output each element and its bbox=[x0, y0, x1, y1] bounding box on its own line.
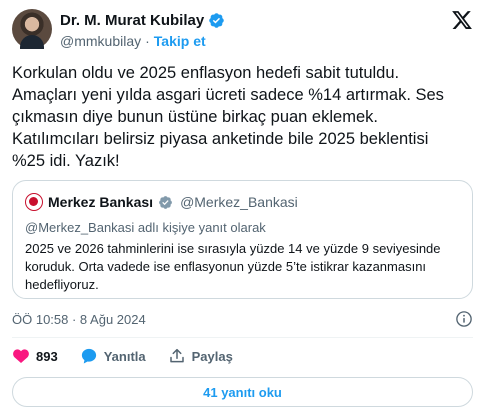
quoted-header: Merkez Bankası @Merkez_Bankasi bbox=[25, 193, 298, 211]
reply-label: Yanıtla bbox=[103, 348, 146, 364]
quoted-tweet[interactable]: Merkez Bankası @Merkez_Bankasi @Merkez_B… bbox=[12, 180, 473, 299]
author-name-row: Dr. M. Murat Kubilay bbox=[60, 10, 225, 30]
follow-button[interactable]: Takip et bbox=[154, 33, 206, 49]
read-replies-button[interactable]: 41 yanıtı oku bbox=[12, 377, 473, 407]
verified-badge-icon bbox=[209, 12, 224, 28]
gov-badge-icon bbox=[159, 195, 172, 209]
tweet-timestamp[interactable]: ÖÖ 10:58 · 8 Ağu 2024 bbox=[12, 312, 146, 327]
quoted-body: 2025 ve 2026 tahminlerini ise sırasıyla … bbox=[25, 240, 465, 294]
tweet-line: %25 idi. Yazık! bbox=[12, 152, 120, 170]
tweet-line: Korkulan oldu ve 2025 enflasyon hedefi s… bbox=[12, 64, 400, 82]
tweet-line: Amaçları yeni yılda asgari ücreti sadece… bbox=[12, 86, 444, 104]
quoted-reply-context: @Merkez_Bankasi adlı kişiye yanıt olarak bbox=[25, 220, 266, 235]
quoted-line: 2025 ve 2026 tahminlerini ise sırasıyla … bbox=[25, 241, 441, 256]
quoted-author-name: Merkez Bankası bbox=[48, 194, 154, 210]
author-handle-row: @mmkubilay · Takip et bbox=[60, 32, 206, 50]
divider bbox=[12, 337, 473, 338]
author-avatar[interactable] bbox=[12, 9, 52, 49]
quoted-line: hedefliyoruz. bbox=[25, 277, 99, 292]
like-button[interactable]: 893 bbox=[12, 347, 58, 365]
share-button[interactable]: Paylaş bbox=[168, 347, 233, 365]
reply-icon bbox=[81, 348, 96, 364]
tweet-line: çıkmasın diye bunun üstüne birkaç puan e… bbox=[12, 108, 378, 126]
tweet-line: Katılımcıları belirsiz piyasa anketinde … bbox=[12, 130, 429, 148]
separator-dot: · bbox=[145, 33, 150, 49]
quoted-author-handle: @Merkez_Bankasi bbox=[180, 194, 298, 210]
share-icon bbox=[169, 348, 184, 363]
action-bar: 893 Yanıtla Paylaş bbox=[12, 345, 255, 367]
heart-icon bbox=[13, 349, 29, 364]
reply-button[interactable]: Yanıtla bbox=[80, 347, 146, 365]
author-handle[interactable]: @mmkubilay bbox=[60, 33, 141, 49]
tweet-card: Dr. M. Murat Kubilay @mmkubilay · Takip … bbox=[0, 0, 485, 409]
x-logo-icon[interactable] bbox=[451, 9, 473, 31]
info-icon[interactable] bbox=[455, 310, 473, 328]
author-name[interactable]: Dr. M. Murat Kubilay bbox=[60, 12, 204, 29]
quoted-line: koruduk. Orta vadede ise enflasyonun yüz… bbox=[25, 259, 427, 274]
like-count: 893 bbox=[36, 348, 58, 364]
quoted-avatar bbox=[25, 193, 43, 211]
share-label: Paylaş bbox=[191, 348, 233, 364]
tweet-text: Korkulan oldu ve 2025 enflasyon hedefi s… bbox=[12, 62, 474, 172]
